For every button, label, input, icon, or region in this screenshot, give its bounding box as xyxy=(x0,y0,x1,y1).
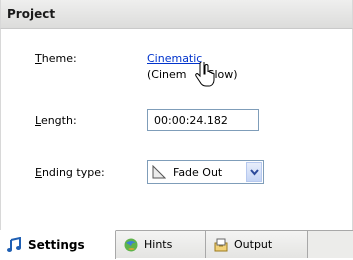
length-label: Length: xyxy=(35,114,77,127)
tab-bar-filler xyxy=(308,231,353,258)
panel-header: Project xyxy=(0,0,353,29)
ending-type-select[interactable]: Fade Out xyxy=(147,160,264,184)
project-panel: Project Theme: Cinematic (Cinem, Slow) L… xyxy=(0,0,353,260)
hints-globe-icon xyxy=(124,238,138,252)
fade-out-icon xyxy=(152,165,166,179)
theme-description: (Cinem, Slow) xyxy=(147,68,238,81)
tab-bar: Settings Hints Output xyxy=(0,230,353,260)
tab-settings[interactable]: Settings xyxy=(0,230,116,259)
music-note-icon xyxy=(7,237,21,252)
tab-hints[interactable]: Hints xyxy=(116,231,206,258)
length-input[interactable]: 00:00:24.182 xyxy=(147,109,259,131)
dropdown-button[interactable] xyxy=(246,162,262,182)
theme-label: Theme: xyxy=(35,52,77,65)
ending-type-label: Ending type: xyxy=(35,166,105,179)
output-icon xyxy=(214,238,228,252)
hand-cursor-icon xyxy=(195,62,215,87)
tab-output[interactable]: Output xyxy=(206,231,308,258)
panel-title: Project xyxy=(7,7,56,21)
chevron-down-icon xyxy=(250,169,259,176)
